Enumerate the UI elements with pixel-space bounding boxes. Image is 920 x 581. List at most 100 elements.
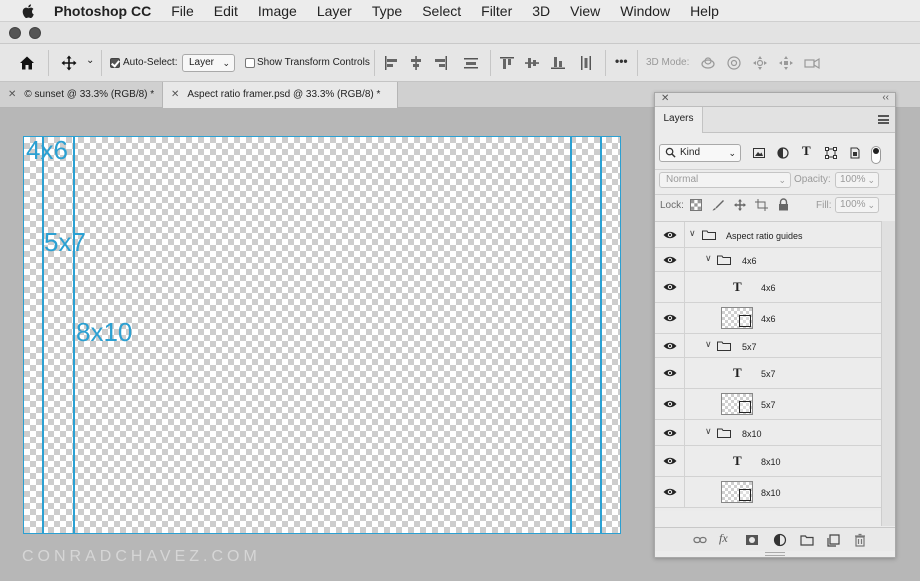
align-horizontal-center-icon[interactable] [408, 55, 424, 71]
layer-row-pixel[interactable]: 8x10 [655, 477, 881, 508]
tab-sunset[interactable]: ✕ © sunset @ 33.3% (RGB/8) * [0, 82, 162, 108]
chevron-down-icon[interactable]: ∨ [705, 339, 712, 350]
new-layer-icon[interactable] [827, 533, 841, 547]
menu-filter[interactable]: Filter [481, 3, 512, 19]
filter-kind-dropdown[interactable]: Kind ⌄ [659, 144, 741, 162]
align-right-icon[interactable] [433, 55, 449, 71]
pixel-filter-icon[interactable] [753, 147, 765, 159]
layer-name: 4x6 [761, 314, 776, 324]
eye-icon[interactable] [663, 282, 677, 292]
menu-help[interactable]: Help [690, 3, 719, 19]
align-left-icon[interactable] [383, 55, 399, 71]
menu-image[interactable]: Image [258, 3, 297, 19]
type-layer-icon: T [733, 365, 742, 380]
chevron-down-icon: ⌄ [222, 58, 230, 68]
menu-layer[interactable]: Layer [317, 3, 352, 19]
type-filter-icon[interactable]: T [802, 143, 814, 158]
more-options-button[interactable]: ••• [615, 54, 628, 68]
tab-layers[interactable]: Layers [655, 107, 703, 133]
align-top-icon[interactable] [499, 55, 515, 71]
panel-collapse-icon[interactable]: ‹‹ [882, 92, 889, 103]
layer-row-pixel[interactable]: 5x7 [655, 389, 881, 420]
3d-camera-icon[interactable] [804, 55, 820, 71]
close-icon[interactable]: ✕ [171, 82, 179, 108]
lock-artboard-icon[interactable] [755, 199, 768, 211]
layers-scrollbar[interactable] [881, 221, 895, 526]
lock-image-pixels-icon[interactable] [712, 199, 724, 211]
eye-icon[interactable] [663, 341, 677, 351]
lock-transparent-pixels-icon[interactable] [690, 199, 702, 211]
align-vertical-center-icon[interactable] [524, 55, 540, 71]
layer-row-group[interactable]: ∨ 5x7 [655, 334, 881, 358]
eye-icon[interactable] [663, 368, 677, 378]
layer-row-text[interactable]: T 8x10 [655, 446, 881, 477]
auto-select-checkbox[interactable] [110, 58, 120, 68]
mask-icon[interactable] [745, 533, 759, 547]
chevron-down-icon[interactable]: ∨ [705, 253, 712, 264]
smart-object-filter-icon[interactable] [849, 147, 861, 159]
3d-orbit-icon[interactable] [700, 55, 716, 71]
adjustment-icon[interactable] [773, 533, 787, 547]
adjustment-filter-icon[interactable] [777, 147, 789, 159]
app-name-menu[interactable]: Photoshop CC [54, 3, 151, 19]
chevron-down-icon[interactable]: ∨ [705, 426, 712, 437]
layer-row-group[interactable]: ∨ Aspect ratio guides [655, 222, 881, 248]
menu-file[interactable]: File [171, 3, 194, 19]
link-icon[interactable] [693, 533, 707, 547]
distribute-icon[interactable] [463, 55, 479, 71]
layer-row-pixel[interactable]: 4x6 [655, 303, 881, 334]
eye-icon[interactable] [663, 456, 677, 466]
eye-icon[interactable] [663, 313, 677, 323]
3d-slide-icon[interactable] [778, 55, 794, 71]
eye-icon[interactable] [663, 399, 677, 409]
panel-resize-grip[interactable] [765, 552, 785, 556]
move-tool-icon[interactable] [61, 55, 77, 71]
menu-view[interactable]: View [570, 3, 600, 19]
layer-row-text[interactable]: T 4x6 [655, 272, 881, 303]
align-bottom-icon[interactable] [550, 55, 566, 71]
document-canvas[interactable]: 4x6 5x7 8x10 [23, 136, 621, 534]
auto-select-dropdown[interactable]: Layer ⌄ [182, 54, 235, 72]
chevron-down-icon: ⌄ [728, 148, 736, 158]
fill-field[interactable]: 100% ⌄ [835, 197, 879, 213]
lock-all-icon[interactable] [778, 198, 789, 211]
home-icon[interactable] [19, 55, 35, 71]
menu-edit[interactable]: Edit [214, 3, 238, 19]
eye-icon[interactable] [663, 428, 677, 438]
apple-icon[interactable] [20, 3, 38, 19]
layer-name: 8x10 [761, 488, 781, 498]
tool-preset-chevron-icon[interactable]: ⌄ [86, 55, 94, 66]
distribute-vertical-icon[interactable] [578, 55, 594, 71]
eye-icon[interactable] [663, 255, 677, 265]
menu-window[interactable]: Window [620, 3, 670, 19]
eye-icon[interactable] [663, 487, 677, 497]
blend-mode-dropdown[interactable]: Normal ⌄ [659, 172, 791, 188]
trash-icon[interactable] [853, 533, 867, 547]
panel-bottom-bar: fx [655, 527, 895, 551]
panel-menu-icon[interactable] [878, 115, 889, 124]
layer-row-group[interactable]: ∨ 8x10 [655, 420, 881, 446]
eye-icon[interactable] [663, 230, 677, 240]
menu-select[interactable]: Select [422, 3, 461, 19]
menu-3d[interactable]: 3D [532, 3, 550, 19]
chevron-down-icon[interactable]: ∨ [689, 228, 696, 239]
folder-icon [702, 230, 716, 240]
filter-toggle[interactable] [871, 146, 881, 164]
transform-controls-checkbox[interactable] [245, 58, 255, 68]
close-icon[interactable]: ✕ [8, 82, 16, 108]
tab-aspect-ratio-framer[interactable]: ✕ Aspect ratio framer.psd @ 33.3% (RGB/8)… [162, 82, 398, 108]
menu-type[interactable]: Type [372, 3, 402, 19]
lock-position-icon[interactable] [734, 199, 746, 211]
layer-row-group[interactable]: ∨ 4x6 [655, 248, 881, 272]
shape-filter-icon[interactable] [825, 147, 837, 159]
3d-roll-icon[interactable] [726, 55, 742, 71]
layer-row-text[interactable]: T 5x7 [655, 358, 881, 389]
window-close-button[interactable] [9, 27, 21, 39]
new-group-icon[interactable] [800, 533, 814, 547]
window-minimize-button[interactable] [29, 27, 41, 39]
3d-drag-icon[interactable] [752, 55, 768, 71]
opacity-field[interactable]: 100% ⌄ [835, 172, 879, 188]
fx-icon[interactable]: fx [719, 531, 733, 545]
type-layer-icon: T [733, 279, 742, 294]
panel-close-icon[interactable]: ✕ [661, 93, 669, 104]
